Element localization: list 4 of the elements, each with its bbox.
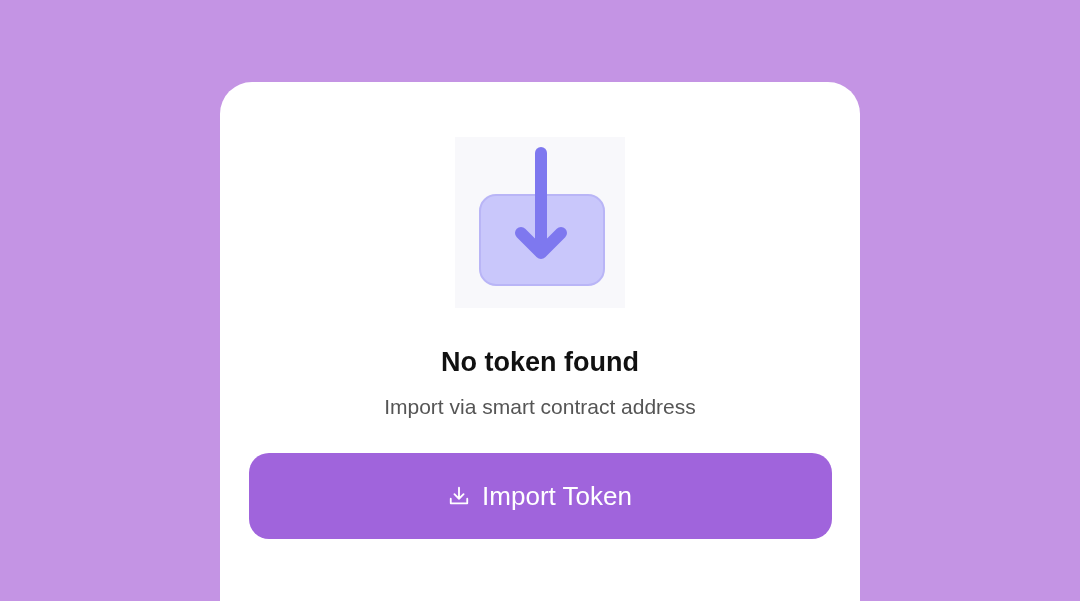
empty-state-subtitle: Import via smart contract address xyxy=(384,393,696,420)
import-token-button[interactable]: Import Token xyxy=(248,453,832,539)
download-icon xyxy=(448,485,471,507)
empty-state-title: No token found xyxy=(441,346,639,379)
